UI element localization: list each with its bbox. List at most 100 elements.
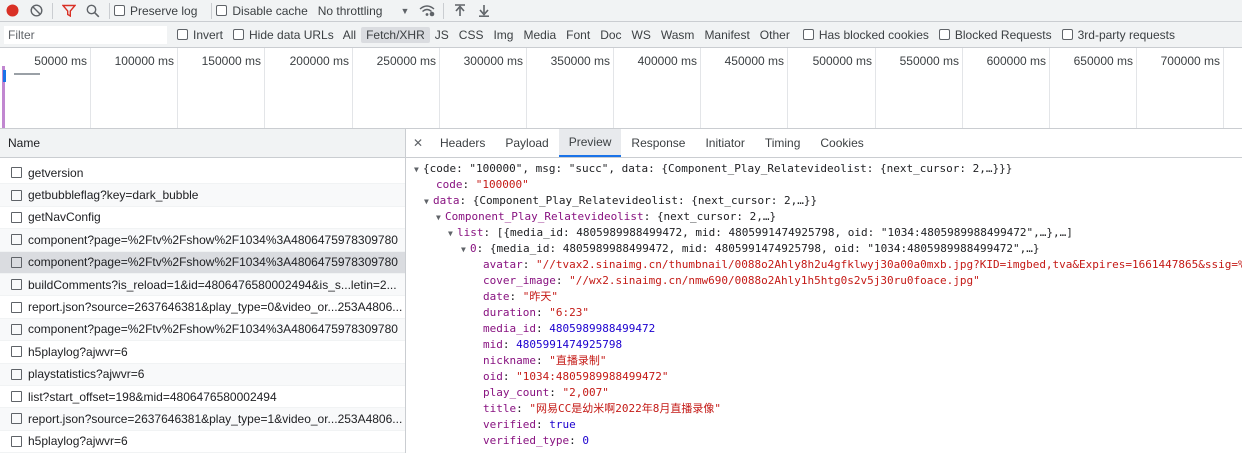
preserve-log-box[interactable] [114, 5, 125, 16]
json-key: verified_type [483, 434, 570, 447]
json-key: list [457, 226, 484, 239]
search-icon[interactable] [81, 0, 105, 22]
tab-payload[interactable]: Payload [495, 129, 558, 157]
type-filter-js[interactable]: JS [430, 27, 454, 43]
tab-headers[interactable]: Headers [430, 129, 495, 157]
request-row[interactable]: playstatistics?ajwvr=6 [0, 363, 405, 386]
file-icon [11, 189, 22, 201]
record-icon[interactable] [0, 0, 24, 22]
json-line[interactable]: ▼ list: [{media_id: 4805989988499472, mid… [406, 225, 1242, 241]
file-icon [11, 323, 22, 335]
type-filter-font[interactable]: Font [561, 27, 595, 43]
json-line[interactable]: ▼ Component_Play_Relatevideolist: {next_c… [406, 209, 1242, 225]
timeline-overview[interactable]: 50000 ms 100000 ms 150000 ms 200000 ms 2… [0, 48, 1242, 129]
hide-data-urls-checkbox[interactable]: Hide data URLs [233, 28, 334, 42]
disable-cache-checkbox[interactable]: Disable cache [216, 4, 308, 18]
json-line: nickname: "直播录制" [483, 354, 607, 367]
expand-triangle-icon[interactable]: ▼ [424, 194, 433, 209]
json-preview: ▼ {code: "100000", msg: "succ", data: {Co… [406, 158, 1242, 449]
type-filter-wasm[interactable]: Wasm [656, 27, 700, 43]
name-column-header[interactable]: Name [0, 129, 405, 158]
tab-response[interactable]: Response [621, 129, 695, 157]
type-filter-other[interactable]: Other [755, 27, 795, 43]
request-row[interactable]: getversion [0, 162, 405, 185]
request-name: list?start_offset=198&mid=48064765800024… [28, 389, 277, 404]
type-filter-manifest[interactable]: Manifest [699, 27, 754, 43]
json-number: 0 [582, 434, 589, 447]
clear-icon[interactable] [24, 0, 48, 22]
request-row[interactable]: component?page=%2Ftv%2Fshow%2F1034%3A480… [0, 318, 405, 342]
timeline-tick-label: 150000 ms [201, 54, 261, 68]
request-row[interactable]: getbubbleflag?key=dark_bubble [0, 184, 405, 207]
hide-data-urls-box[interactable] [233, 29, 245, 40]
network-conditions-icon[interactable] [415, 0, 439, 22]
type-filter-doc[interactable]: Doc [595, 27, 626, 43]
timeline-tick-label: 100000 ms [114, 54, 174, 68]
file-icon [11, 435, 22, 447]
third-party-box[interactable] [1061, 29, 1073, 40]
preserve-log-checkbox[interactable]: Preserve log [114, 4, 197, 18]
request-row-selected[interactable]: component?page=%2Ftv%2Fshow%2F1034%3A480… [0, 251, 405, 274]
close-icon[interactable]: ✕ [406, 129, 430, 157]
timeline-tick-label: 550000 ms [899, 54, 959, 68]
json-line: oid: "1034:4805989988499472" [483, 370, 669, 383]
json-line[interactable]: ▼ data: {Component_Play_Relatevideolist: … [406, 193, 1242, 209]
json-string: "//tvax2.sinaimg.cn/thumbnail/0088o2Ahly… [536, 258, 1242, 271]
has-blocked-cookies-box[interactable] [802, 29, 814, 40]
json-line[interactable]: ▼ 0: {media_id: 4805989988499472, mid: 48… [406, 241, 1242, 257]
type-filter-css[interactable]: CSS [454, 27, 489, 43]
request-row[interactable]: buildComments?is_reload=1&id=48064765800… [0, 273, 405, 297]
request-row[interactable]: h5playlog?ajwvr=6 [0, 431, 405, 453]
request-row[interactable]: getNavConfig [0, 207, 405, 230]
type-filter-fetch-xhr[interactable]: Fetch/XHR [361, 26, 430, 43]
details-tabbar: ✕ Headers Payload Preview Response Initi… [406, 129, 1242, 158]
blocked-requests-checkbox[interactable]: Blocked Requests [938, 27, 1052, 42]
request-row[interactable]: list?start_offset=198&mid=48064765800024… [0, 386, 405, 409]
tab-initiator[interactable]: Initiator [695, 129, 754, 157]
json-root-line[interactable]: ▼ {code: "100000", msg: "succ", data: {Co… [406, 161, 1242, 177]
json-string: "//wx2.sinaimg.cn/nmw690/0088o2Ahly1h5ht… [569, 274, 980, 287]
json-key: avatar [483, 258, 523, 271]
json-boolean: true [549, 418, 576, 431]
request-name: h5playlog?ajwvr=6 [28, 344, 128, 359]
json-key: Component_Play_Relatevideolist [445, 210, 644, 223]
json-key: oid [483, 370, 503, 383]
request-row[interactable]: component?page=%2Ftv%2Fshow%2F1034%3A480… [0, 229, 405, 252]
request-list-panel: Name getversion getbubbleflag?key=dark_b… [0, 129, 406, 453]
request-row[interactable]: report.json?source=2637646381&play_type=… [0, 408, 405, 431]
request-row[interactable]: h5playlog?ajwvr=6 [0, 341, 405, 364]
type-filter-ws[interactable]: WS [627, 27, 656, 43]
throttling-select[interactable]: No throttling ▼ [318, 4, 410, 18]
timeline-tick-label: 600000 ms [986, 54, 1046, 68]
import-har-icon[interactable] [448, 0, 472, 22]
expand-triangle-icon[interactable]: ▼ [436, 210, 445, 225]
json-line: date: "昨天" [483, 290, 558, 303]
tab-timing[interactable]: Timing [755, 129, 811, 157]
type-filter-all[interactable]: All [338, 27, 361, 43]
file-icon [11, 234, 22, 246]
filter-icon[interactable] [57, 0, 81, 22]
filter-input[interactable] [4, 25, 167, 44]
request-row[interactable]: report.json?source=2637646381&play_type=… [0, 296, 405, 319]
json-line: verified_type: 0 [483, 434, 589, 447]
blocked-requests-box[interactable] [938, 29, 950, 40]
request-name: getbubbleflag?key=dark_bubble [28, 188, 199, 203]
third-party-checkbox[interactable]: 3rd-party requests [1061, 28, 1175, 42]
export-har-icon[interactable] [472, 0, 496, 22]
expand-triangle-icon[interactable]: ▼ [448, 226, 457, 241]
invert-checkbox[interactable]: Invert [177, 28, 223, 42]
tab-preview[interactable]: Preview [558, 129, 622, 157]
tab-cookies[interactable]: Cookies [810, 129, 873, 157]
type-filter-media[interactable]: Media [518, 27, 561, 43]
expand-triangle-icon[interactable]: ▼ [414, 162, 423, 177]
request-name: buildComments?is_reload=1&id=48064765800… [28, 277, 397, 292]
has-blocked-cookies-checkbox[interactable]: Has blocked cookies [802, 28, 929, 42]
disable-cache-box[interactable] [216, 5, 228, 16]
type-filter-img[interactable]: Img [488, 27, 518, 43]
timeline-tick-label: 700000 ms [1160, 54, 1220, 68]
file-icon [11, 256, 22, 268]
blocked-requests-label: Blocked Requests [954, 27, 1052, 42]
expand-triangle-icon[interactable]: ▼ [461, 242, 470, 257]
invert-box[interactable] [177, 29, 188, 40]
json-root-summary: {code: "100000", msg: "succ", data: {Com… [423, 162, 1013, 175]
